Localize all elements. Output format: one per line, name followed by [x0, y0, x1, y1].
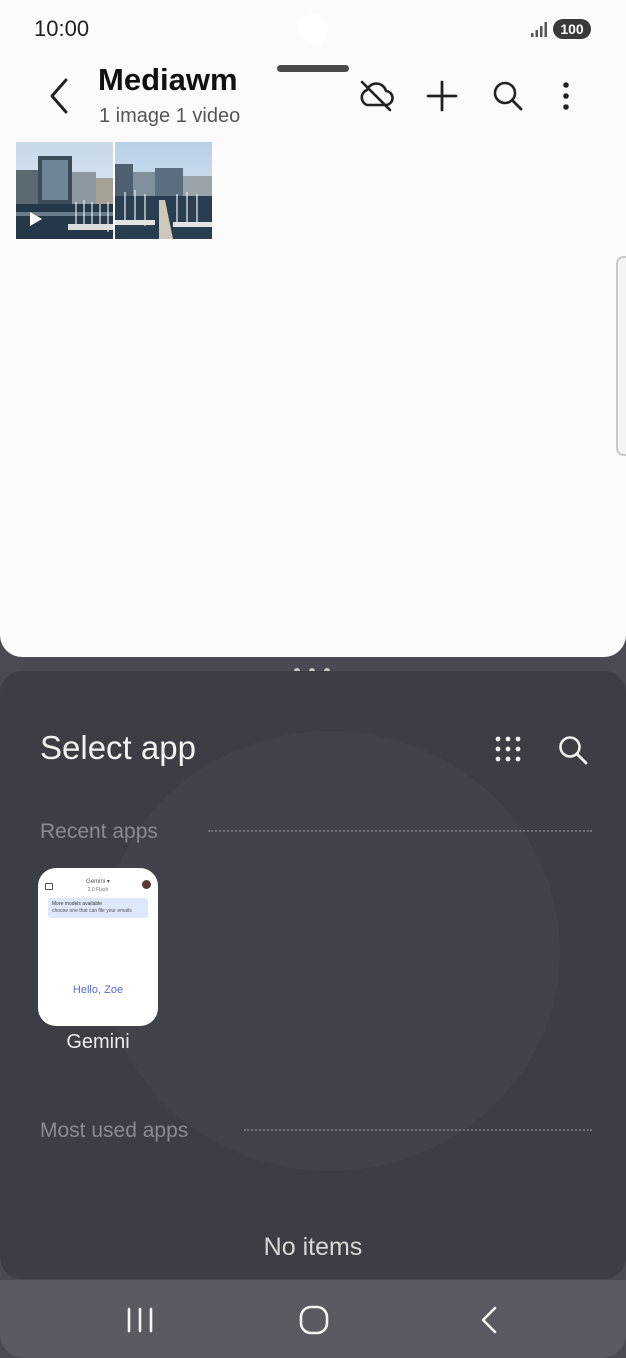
- preview-greeting: Hello, Zoe: [72, 984, 124, 996]
- window-drag-handle[interactable]: [277, 65, 349, 72]
- gallery-pane: 10:00 100 Mediawm 1 image 1 video: [0, 0, 626, 657]
- panel-title: Select app: [40, 729, 196, 766]
- battery-indicator: 100: [553, 19, 591, 39]
- more-options-icon[interactable]: [546, 76, 586, 116]
- back-arrow-icon[interactable]: [40, 74, 80, 118]
- empty-state-text: No items: [263, 1233, 363, 1261]
- fast-scroll-handle[interactable]: [616, 256, 626, 456]
- search-icon[interactable]: [488, 76, 528, 116]
- app-grid-icon[interactable]: [494, 735, 522, 763]
- signal-icon: [531, 22, 547, 37]
- back-icon[interactable]: [470, 1302, 510, 1338]
- gemini-app-label[interactable]: Gemini: [38, 1031, 158, 1054]
- navigation-bar: [0, 1280, 626, 1358]
- preview-model-name: 2.0 Flash: [87, 887, 109, 893]
- recent-apps-icon[interactable]: [120, 1302, 160, 1338]
- recent-apps-divider: [208, 830, 592, 832]
- home-icon[interactable]: [294, 1302, 334, 1338]
- app-search-icon[interactable]: [556, 733, 590, 767]
- status-time: 10:00: [34, 16, 90, 41]
- recent-apps-label: Recent apps: [40, 820, 158, 843]
- album-count: 1 image 1 video: [99, 105, 241, 127]
- most-used-apps-label: Most used apps: [40, 1119, 189, 1142]
- preview-banner-line2: choose one that can file your emails: [52, 908, 132, 914]
- image-thumbnail[interactable]: [115, 142, 212, 239]
- most-used-divider: [244, 1129, 592, 1131]
- camera-cutout: [298, 14, 328, 44]
- album-title: Mediawm: [98, 62, 238, 97]
- select-app-panel: Select app Recent apps Gemini ▾ 2.0 Flas…: [0, 671, 626, 1279]
- add-icon[interactable]: [422, 76, 462, 116]
- avatar: [142, 880, 151, 889]
- gemini-app-preview[interactable]: Gemini ▾ 2.0 Flash More models available…: [38, 868, 158, 1026]
- preview-banner-line1: More models available: [52, 901, 103, 907]
- video-thumbnail[interactable]: [16, 142, 113, 239]
- preview-app-title: Gemini ▾: [86, 879, 110, 885]
- cloud-off-icon[interactable]: [356, 76, 396, 116]
